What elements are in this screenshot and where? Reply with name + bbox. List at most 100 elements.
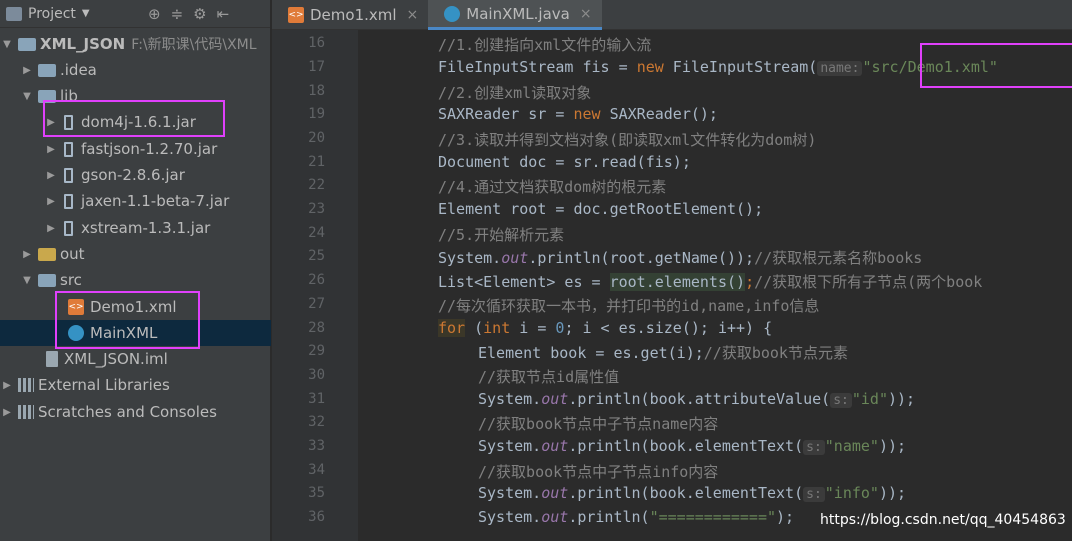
code-line: //4.通过文档获取dom树的根元素 (438, 178, 667, 196)
line-number: 16 (308, 35, 325, 51)
collapse-icon[interactable]: ≑ (171, 5, 184, 23)
chevron-down-icon[interactable]: ▼ (82, 8, 90, 19)
hide-icon[interactable]: ⇤ (217, 5, 230, 23)
line-number: 18 (308, 83, 325, 99)
param-hint: s: (830, 393, 852, 408)
line-number: 28 (308, 320, 325, 336)
expand-arrow-icon[interactable]: ▼ (20, 91, 34, 102)
folder-icon (38, 273, 56, 287)
tree-item-module[interactable]: ▼ XML_JSON F:\新职课\代码\XML (0, 31, 271, 57)
code-line: //获取节点id属性值 (478, 368, 620, 386)
library-icon (18, 378, 34, 392)
tree-item-iml[interactable]: XML_JSON.iml (0, 346, 271, 372)
tab-mainxml-java[interactable]: MainXML.java × (428, 0, 602, 30)
project-title[interactable]: Project (28, 6, 76, 22)
tab-label: MainXML.java (466, 4, 570, 23)
project-panel: Project ▼ ⊕ ≑ ⚙ ⇤ ▼ XML_JSON F:\新职课\代码\XML… (0, 0, 271, 541)
tree-label: fastjson-1.2.70.jar (81, 140, 218, 158)
code-line: //获取book节点中子节点info内容 (478, 463, 719, 481)
expand-arrow-icon[interactable]: ▶ (44, 144, 58, 155)
gear-icon[interactable]: ⚙ (193, 5, 206, 23)
code-line: Document doc = sr.read(fis); (438, 153, 691, 171)
xml-file-icon: <> (288, 7, 304, 23)
tree-label: Scratches and Consoles (38, 403, 217, 421)
param-hint: s: (803, 487, 825, 502)
expand-arrow-icon[interactable]: ▶ (20, 249, 34, 260)
locate-icon[interactable]: ⊕ (148, 5, 161, 23)
code-editor[interactable]: //1.创建指向xml文件的输入流 FileInputStream fis = … (358, 30, 1072, 541)
code-line: System.out.println(book.attributeValue(s… (478, 390, 916, 408)
code-line: //1.创建指向xml文件的输入流 (438, 36, 652, 54)
code-line: System.out.println("============"); (478, 508, 795, 526)
tree-item-idea[interactable]: ▶ .idea (0, 57, 271, 83)
tree-item-scratches[interactable]: ▶ Scratches and Consoles (0, 399, 271, 425)
jar-icon (64, 167, 73, 183)
tree-label: src (60, 271, 82, 289)
tree-label: gson-2.8.6.jar (81, 166, 185, 184)
tree-item-external-libraries[interactable]: ▶ External Libraries (0, 372, 271, 398)
tree-label: External Libraries (38, 376, 170, 394)
tree-item-out[interactable]: ▶ out (0, 241, 271, 267)
line-number: 31 (308, 391, 325, 407)
tab-demo1-xml[interactable]: <> Demo1.xml × (272, 0, 428, 30)
watermark: https://blog.csdn.net/qq_40454863 (820, 512, 1066, 528)
expand-arrow-icon[interactable]: ▶ (44, 196, 58, 207)
tree-item-jar[interactable]: ▶ xstream-1.3.1.jar (0, 215, 271, 241)
tab-label: Demo1.xml (310, 6, 397, 24)
line-number: 33 (308, 438, 325, 454)
java-class-icon (444, 5, 461, 22)
code-line: System.out.println(root.getName());//获取根… (438, 249, 923, 267)
code-line: FileInputStream fis = new FileInputStrea… (438, 58, 998, 76)
line-number: 17 (308, 59, 325, 75)
highlight-box-jar (43, 100, 225, 137)
code-line: //3.读取并得到文档对象(即读取xml文件转化为dom树) (438, 131, 817, 149)
code-line: System.out.println(book.elementText(s: "n… (478, 437, 907, 455)
expand-arrow-icon[interactable]: ▶ (0, 407, 14, 418)
code-line: SAXReader sr = new SAXReader(); (438, 105, 718, 123)
expand-arrow-icon[interactable]: ▶ (0, 380, 14, 391)
param-hint: s: (803, 440, 825, 455)
expand-arrow-icon[interactable]: ▶ (20, 65, 34, 76)
expand-arrow-icon[interactable]: ▶ (44, 223, 58, 234)
code-line: System.out.println(book.elementText(s: "i… (478, 484, 907, 502)
highlight-box-path (920, 43, 1072, 88)
code-line: Element root = doc.getRootElement(); (438, 200, 764, 218)
line-number-gutter: 16 17 18 19 20 21 22 23 24 25 26 27 28 2… (272, 30, 358, 541)
close-icon[interactable]: × (407, 7, 419, 23)
line-number: 19 (308, 106, 325, 122)
tree-label: jaxen-1.1-beta-7.jar (81, 192, 230, 210)
folder-icon (38, 247, 56, 261)
tree-label: XML_JSON.iml (64, 350, 168, 368)
line-number: 26 (308, 272, 325, 288)
jar-icon (64, 220, 73, 236)
tree-item-jar[interactable]: ▶ gson-2.8.6.jar (0, 162, 271, 188)
line-number: 21 (308, 154, 325, 170)
module-path: F:\新职课\代码\XML (131, 37, 257, 53)
tree-item-src[interactable]: ▼ src (0, 267, 271, 293)
tree-item-jar[interactable]: ▶ fastjson-1.2.70.jar (0, 136, 271, 162)
expand-arrow-icon[interactable]: ▶ (44, 170, 58, 181)
highlight-box-src-files (55, 291, 200, 349)
jar-icon (64, 193, 73, 209)
scratches-icon (18, 405, 34, 419)
line-number: 34 (308, 462, 325, 478)
expand-arrow-icon[interactable]: ▼ (0, 39, 14, 50)
close-icon[interactable]: × (580, 6, 592, 22)
line-number: 36 (308, 509, 325, 525)
tree-label: xstream-1.3.1.jar (81, 219, 211, 237)
iml-file-icon (46, 351, 58, 367)
code-line: //5.开始解析元素 (438, 226, 565, 244)
line-number: 20 (308, 130, 325, 146)
tree-label: out (60, 245, 85, 263)
line-number: 22 (308, 177, 325, 193)
line-number: 27 (308, 296, 325, 312)
code-line: for (int i = 0; i < es.size(); i++) { (438, 319, 773, 337)
line-number: 35 (308, 485, 325, 501)
code-line: //每次循环获取一本书，并打印书的id,name,info信息 (438, 297, 820, 315)
expand-arrow-icon[interactable]: ▼ (20, 275, 34, 286)
line-number: 30 (308, 367, 325, 383)
editor-tabs: <> Demo1.xml × MainXML.java × (272, 0, 1072, 30)
code-line: Element book = es.get(i);//获取book节点元素 (478, 344, 848, 362)
folder-icon (38, 63, 56, 77)
tree-item-jar[interactable]: ▶ jaxen-1.1-beta-7.jar (0, 188, 271, 214)
